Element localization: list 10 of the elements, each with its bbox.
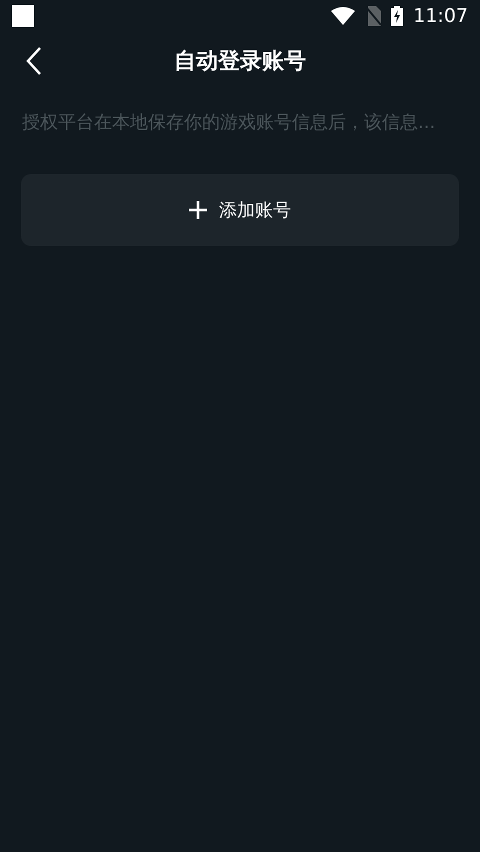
wifi-icon xyxy=(331,7,356,25)
status-time: 11:07 xyxy=(413,5,468,27)
battery-charging-icon xyxy=(391,6,404,26)
notification-icon xyxy=(12,5,34,27)
no-sim-icon xyxy=(365,6,382,26)
page-title: 自动登录账号 xyxy=(174,48,306,76)
back-icon[interactable] xyxy=(24,46,44,76)
add-account-button[interactable]: 添加账号 xyxy=(21,174,459,246)
description-text: 授权平台在本地保存你的游戏账号信息后，该信息... xyxy=(22,111,436,134)
plus-icon xyxy=(189,201,207,219)
